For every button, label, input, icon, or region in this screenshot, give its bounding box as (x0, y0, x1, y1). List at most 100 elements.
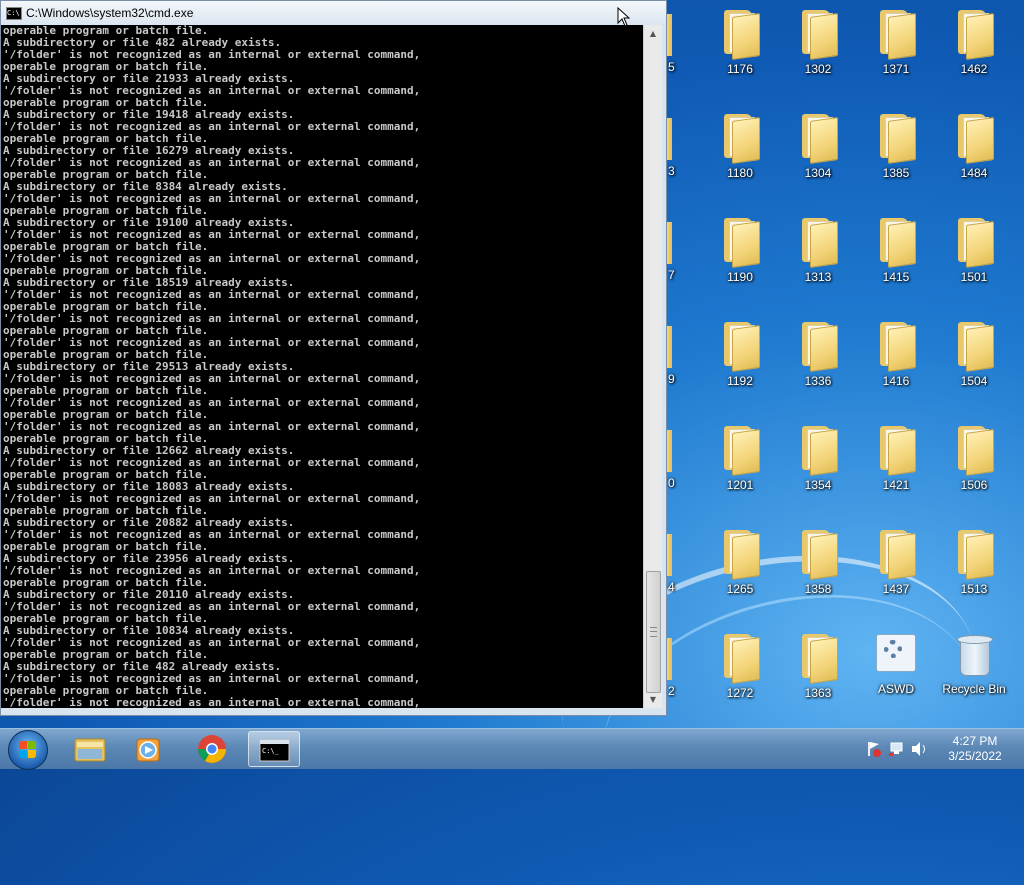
desktop-icon-label: 1201 (726, 478, 754, 492)
taskbar-chrome[interactable] (186, 731, 238, 767)
desktop-folder-1371[interactable]: 1371 (860, 4, 932, 94)
desktop-recycle-bin[interactable]: Recycle Bin (938, 628, 1010, 718)
desktop-folder-1190[interactable]: 1190 (704, 212, 776, 302)
desktop-folder-1363[interactable]: 1363 (782, 628, 854, 718)
console-output[interactable]: operable program or batch file. A subdir… (1, 25, 643, 708)
desktop-icon-label: 1421 (882, 478, 910, 492)
partial-folder-label[interactable]: 3 (668, 164, 675, 178)
partial-folder-icon[interactable] (667, 638, 672, 680)
grip-icon (650, 627, 657, 637)
folder-icon (876, 426, 916, 476)
partial-folder-label[interactable]: 7 (668, 268, 675, 282)
desktop-folder-1385[interactable]: 1385 (860, 108, 932, 198)
desktop-folder-1437[interactable]: 1437 (860, 524, 932, 614)
folder-icon (954, 114, 994, 164)
desktop-icon-label: 1363 (804, 686, 832, 700)
console-scrollbar[interactable]: ▲ ▼ (643, 25, 662, 708)
desktop-icon-label: ASWD (878, 682, 914, 696)
partial-folder-label[interactable]: 2 (668, 684, 675, 698)
folder-icon (798, 114, 838, 164)
folder-icon (876, 322, 916, 372)
system-tray (862, 729, 932, 769)
cmd-window[interactable]: C:\ C:\Windows\system32\cmd.exe operable… (0, 0, 667, 716)
desktop-icon-label: 1437 (882, 582, 910, 596)
scroll-up-arrow-icon[interactable]: ▲ (644, 25, 662, 42)
aswd-gear-icon (874, 632, 918, 676)
desktop-folder-1302[interactable]: 1302 (782, 4, 854, 94)
folder-icon (876, 114, 916, 164)
partial-folder-icon[interactable] (667, 326, 672, 368)
folder-icon (720, 10, 760, 60)
desktop-icon-label: 1336 (804, 374, 832, 388)
desktop-icon-label: 1180 (727, 166, 753, 180)
desktop-folder-1484[interactable]: 1484 (938, 108, 1010, 198)
svg-text:C:\_: C:\_ (262, 747, 280, 755)
desktop-folder-1201[interactable]: 1201 (704, 420, 776, 510)
action-center-flag-icon (868, 742, 881, 757)
desktop-folder-1416[interactable]: 1416 (860, 316, 932, 406)
desktop-folder-1265[interactable]: 1265 (704, 524, 776, 614)
desktop-folder-1506[interactable]: 1506 (938, 420, 1010, 510)
desktop-folder-1462[interactable]: 1462 (938, 4, 1010, 94)
partial-folder-icon[interactable] (667, 118, 672, 160)
desktop-folder-1176[interactable]: 1176 (704, 4, 776, 94)
desktop-icon-label: 1302 (804, 62, 832, 76)
folder-icon (876, 218, 916, 268)
partial-folder-label[interactable]: 9 (668, 372, 675, 386)
desktop-icon-label: 1265 (726, 582, 754, 596)
desktop-folder-1513[interactable]: 1513 (938, 524, 1010, 614)
partial-folder-label[interactable]: 0 (668, 476, 675, 490)
folder-icon (720, 634, 760, 684)
folder-icon (954, 10, 994, 60)
cmd-app-icon[interactable]: C:\ (6, 7, 22, 20)
desktop-icon-label: 1484 (960, 166, 988, 180)
desktop-icon-label: 1504 (960, 374, 988, 388)
desktop-folder-1180[interactable]: 1180 (704, 108, 776, 198)
folder-icon (954, 322, 994, 372)
taskbar-explorer[interactable] (64, 731, 116, 767)
folder-icon (798, 530, 838, 580)
desktop-icon-label: 1190 (727, 270, 753, 284)
desktop-folder-1421[interactable]: 1421 (860, 420, 932, 510)
folder-icon (876, 10, 916, 60)
partial-folder-icon[interactable] (667, 430, 672, 472)
partial-folder-icon[interactable] (667, 534, 672, 576)
command-prompt-icon: C:\_ (259, 739, 290, 762)
taskbar-clock[interactable]: 4:27 PM 3/25/2022 (935, 734, 1015, 764)
desktop-folder-1192[interactable]: 1192 (704, 316, 776, 406)
taskbar-command-prompt[interactable]: C:\_ (248, 731, 300, 767)
desktop-folder-1415[interactable]: 1415 (860, 212, 932, 302)
desktop-icon-label: 1416 (882, 374, 910, 388)
partial-folder-label[interactable]: 5 (668, 60, 675, 74)
folder-icon (798, 322, 838, 372)
desktop-folder-1336[interactable]: 1336 (782, 316, 854, 406)
folder-icon (720, 530, 760, 580)
desktop-icon-label: Recycle Bin (942, 682, 1006, 696)
desktop-aswd[interactable]: ASWD (860, 628, 932, 718)
desktop-folder-1304[interactable]: 1304 (782, 108, 854, 198)
desktop-folder-1504[interactable]: 1504 (938, 316, 1010, 406)
partial-folder-icon[interactable] (667, 14, 672, 56)
taskbar-media-player[interactable] (123, 731, 175, 767)
recycle-bin-icon (952, 632, 996, 676)
windows-logo-icon (19, 741, 37, 759)
partial-folder-icon[interactable] (667, 222, 672, 264)
desktop-folder-1358[interactable]: 1358 (782, 524, 854, 614)
scroll-down-arrow-icon[interactable]: ▼ (644, 691, 662, 708)
mouse-pointer-icon (617, 7, 631, 27)
desktop-icon-label: 1513 (960, 582, 988, 596)
start-button[interactable] (8, 730, 48, 770)
tray-icons (868, 742, 925, 757)
partial-folder-label[interactable]: 4 (668, 580, 675, 594)
folder-icon (954, 530, 994, 580)
desktop-icon-label: 1506 (960, 478, 988, 492)
desktop-folder-1501[interactable]: 1501 (938, 212, 1010, 302)
desktop-folder-1354[interactable]: 1354 (782, 420, 854, 510)
chrome-icon (198, 735, 226, 763)
desktop-folder-1313[interactable]: 1313 (782, 212, 854, 302)
scroll-thumb[interactable] (646, 571, 661, 693)
desktop-icon-label: 1415 (882, 270, 910, 284)
desktop-icon-label: 1354 (804, 478, 832, 492)
desktop-folder-1272[interactable]: 1272 (704, 628, 776, 718)
cmd-titlebar[interactable]: C:\ C:\Windows\system32\cmd.exe (1, 1, 666, 25)
